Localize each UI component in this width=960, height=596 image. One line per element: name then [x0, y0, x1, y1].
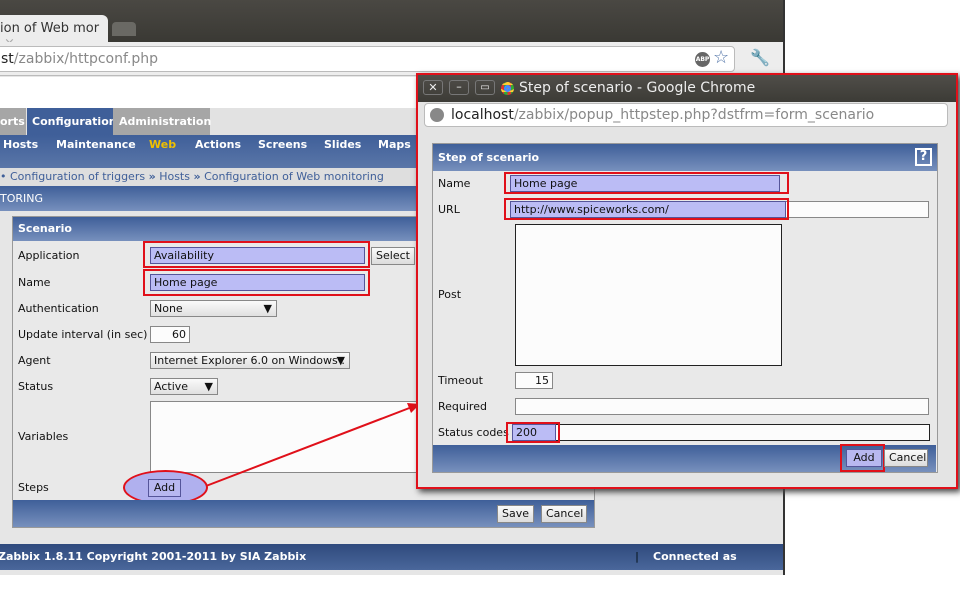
popup-title: Step of scenario - Google Chrome	[519, 80, 756, 96]
timeout-label: Timeout	[438, 374, 483, 387]
maximize-icon[interactable]: ▭	[475, 80, 495, 95]
required-label: Required	[438, 400, 487, 413]
status-codes-label: Status codes	[438, 426, 509, 439]
step-form-title: Step of scenario ?	[433, 144, 937, 171]
chrome-icon	[501, 82, 514, 95]
post-textarea[interactable]	[515, 224, 782, 366]
post-label: Post	[438, 288, 462, 301]
close-icon[interactable]: ✕	[423, 80, 443, 95]
popup-url-bar[interactable]: localhost/zabbix/popup_httpstep.php?dstf…	[424, 103, 948, 127]
help-icon[interactable]: ?	[915, 148, 932, 166]
minimize-icon[interactable]: –	[449, 80, 469, 95]
step-name-label: Name	[438, 177, 471, 190]
required-input[interactable]	[515, 398, 929, 415]
popup-titlebar: ✕ – ▭ Step of scenario - Google Chrome	[418, 75, 956, 102]
popup-cancel-button[interactable]: Cancel	[884, 449, 928, 467]
url-label: URL	[438, 203, 460, 216]
timeout-input[interactable]: 15	[515, 372, 553, 389]
globe-icon	[430, 108, 444, 122]
